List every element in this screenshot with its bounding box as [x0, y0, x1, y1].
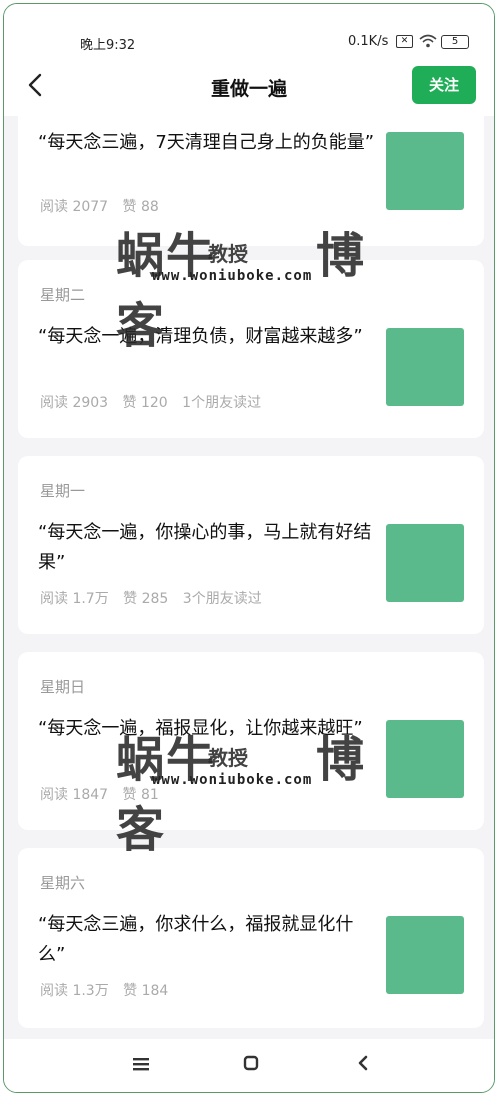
like-count: 赞 81	[122, 787, 159, 803]
article-card[interactable]: 星期二 “每天念一遍，清理负债，财富越来越多” 阅读 2903 赞 120 1个…	[18, 260, 484, 438]
status-bar: 晚上9:32 0.1K/s ✕ 5	[4, 4, 494, 56]
like-count: 赞 120	[122, 395, 168, 411]
article-meta: 阅读 2077 赞 88	[40, 196, 169, 216]
article-card[interactable]: “每天念三遍，7天清理自己身上的负能量” 阅读 2077 赞 88	[18, 116, 484, 246]
article-meta: 阅读 1.7万 赞 285 3个朋友读过	[40, 588, 272, 608]
menu-icon[interactable]	[126, 1051, 156, 1081]
like-count: 赞 88	[122, 199, 159, 215]
phone-frame: 晚上9:32 0.1K/s ✕ 5 重做一遍 关注 “每天念三遍，7天清理自己身…	[3, 3, 495, 1093]
article-card[interactable]: 星期六 “每天念三遍，你求什么，福报就显化什么” 阅读 1.3万 赞 184	[18, 848, 484, 1028]
article-title: “每天念一遍，福报显化，让你越来越旺”	[38, 718, 363, 739]
like-count: 赞 285	[123, 591, 169, 607]
read-count: 阅读 2077	[40, 199, 109, 215]
article-thumbnail	[386, 916, 464, 994]
read-count: 阅读 1.3万	[40, 983, 109, 999]
article-card[interactable]: 星期一 “每天念一遍，你操心的事，马上就有好结果” 阅读 1.7万 赞 285 …	[18, 456, 484, 634]
weekday-label: 星期二	[40, 286, 86, 304]
article-title: “每天念三遍，7天清理自己身上的负能量”	[38, 132, 375, 153]
friends-read: 3个朋友读过	[182, 591, 262, 607]
article-meta: 阅读 2903 赞 120 1个朋友读过	[40, 392, 271, 412]
article-card[interactable]: 星期日 “每天念一遍，福报显化，让你越来越旺” 阅读 1847 赞 81	[18, 652, 484, 830]
read-count: 阅读 1847	[40, 787, 109, 803]
wifi-icon	[419, 34, 437, 48]
read-count: 阅读 1.7万	[40, 591, 109, 607]
article-thumbnail	[386, 328, 464, 406]
network-speed: 0.1K/s	[348, 34, 389, 49]
top-navbar: 重做一遍 关注	[4, 56, 494, 116]
battery-icon: 5	[441, 35, 469, 49]
nav-back-icon[interactable]	[348, 1051, 378, 1081]
article-thumbnail	[386, 132, 464, 210]
article-meta: 阅读 1847 赞 81	[40, 784, 169, 804]
article-title: “每天念一遍，清理负债，财富越来越多”	[38, 326, 363, 347]
article-title: “每天念三遍，你求什么，福报就显化什么”	[38, 914, 354, 965]
like-count: 赞 184	[123, 983, 169, 999]
article-thumbnail	[386, 720, 464, 798]
follow-button[interactable]: 关注	[412, 66, 476, 104]
status-time: 晚上9:32	[80, 38, 136, 53]
article-title: “每天念一遍，你操心的事，马上就有好结果”	[38, 522, 372, 573]
home-square-icon[interactable]	[236, 1051, 266, 1081]
article-thumbnail	[386, 524, 464, 602]
sim-x-icon: ✕	[396, 35, 413, 48]
weekday-label: 星期日	[40, 678, 86, 696]
system-nav-bar	[4, 1039, 494, 1092]
article-meta: 阅读 1.3万 赞 184	[40, 980, 178, 1000]
friends-read: 1个朋友读过	[182, 395, 262, 411]
weekday-label: 星期一	[40, 482, 86, 500]
weekday-label: 星期六	[40, 874, 86, 892]
read-count: 阅读 2903	[40, 395, 109, 411]
